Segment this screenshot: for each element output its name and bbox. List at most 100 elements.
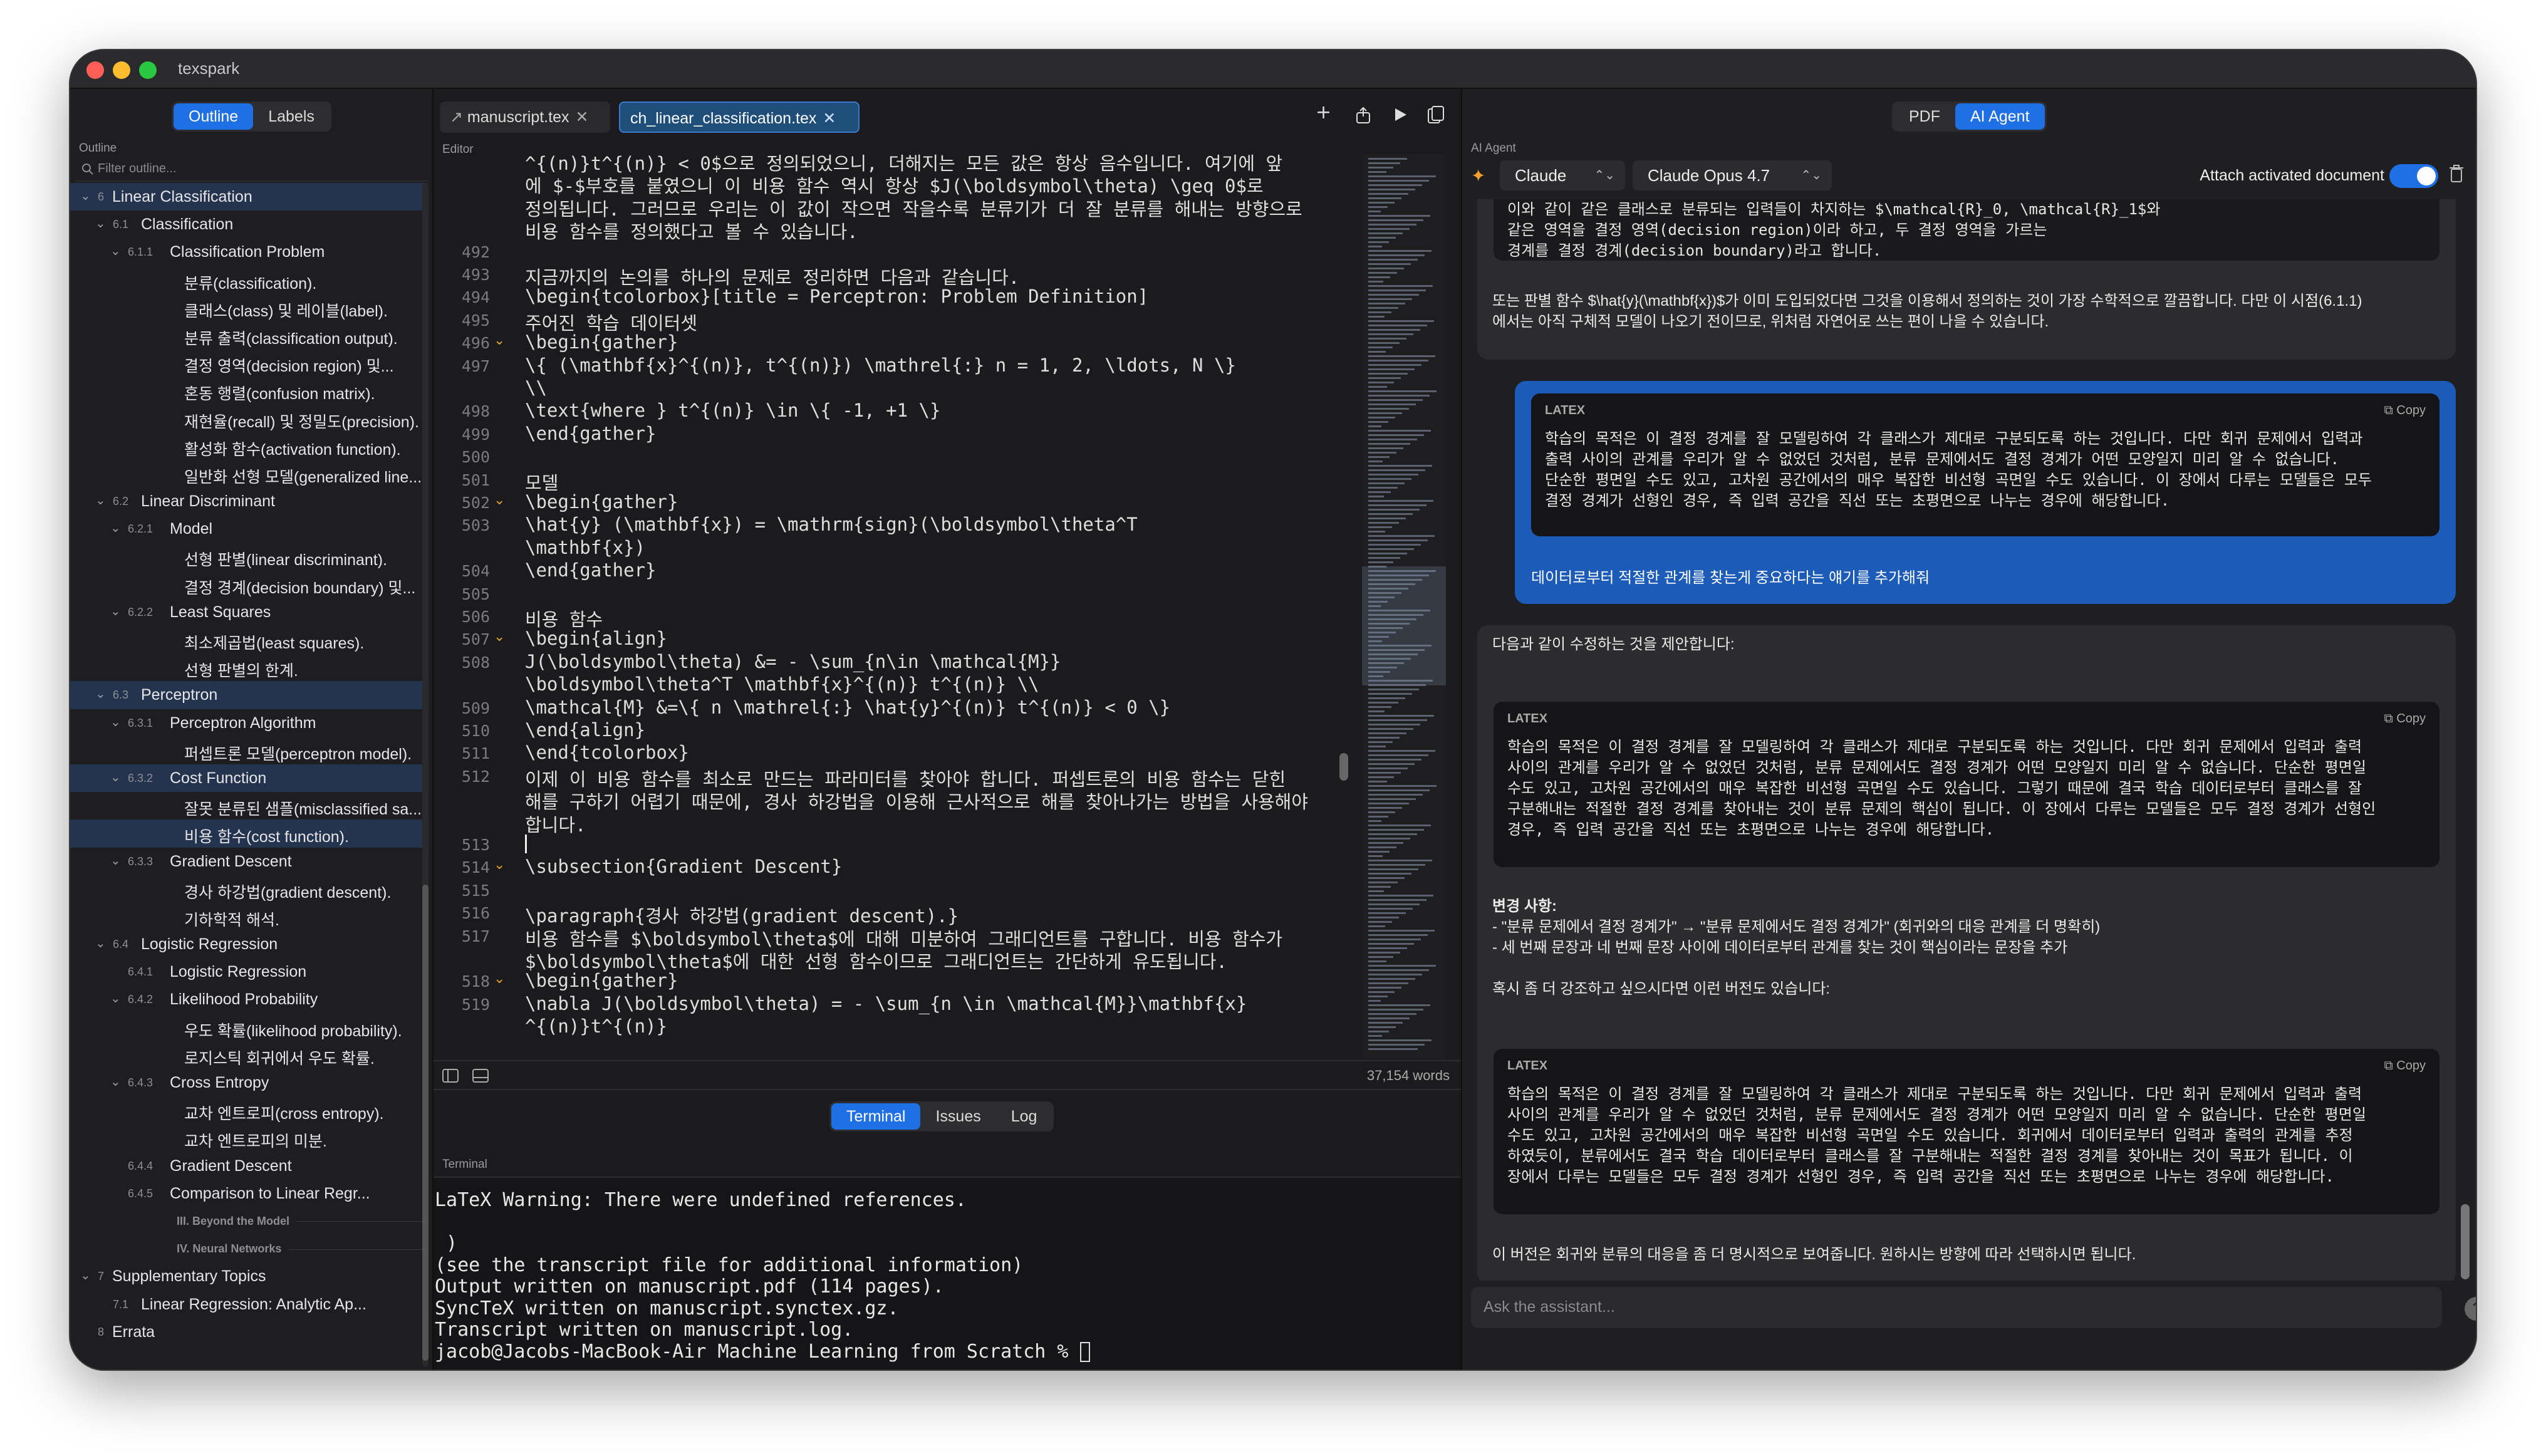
outline-item[interactable]: ⌄ 6.3.2 Cost Function <box>70 764 427 793</box>
outline-item[interactable]: 로지스틱 회귀에서 우도 확률. <box>70 1041 427 1069</box>
code-line[interactable]: 합니다. <box>434 809 1348 836</box>
outline-item[interactable]: ⌄ 6.2 Linear Discriminant <box>70 487 427 515</box>
code-line[interactable]: 에 $-$부호를 붙였으니 이 비용 함수 역시 항상 $J(\boldsymb… <box>434 170 1348 197</box>
chevron-down-icon[interactable]: ⌄ <box>110 603 121 619</box>
outline-item[interactable]: 우도 확률(likelihood probability). <box>70 1014 427 1041</box>
code-line[interactable]: 508 J(\boldsymbol\theta) &= - \sum_{n\in … <box>434 650 1348 672</box>
code-line[interactable]: 512 이제 이 비용 함수를 최소로 만드는 파라미터를 찾아야 합니다. 퍼셉… <box>434 764 1348 790</box>
chevron-down-icon[interactable]: ⌄ <box>95 686 106 702</box>
outline-item[interactable]: ⌄ 6.1.1 Classification Problem <box>70 238 427 266</box>
chevron-down-icon[interactable]: ⌄ <box>110 853 121 868</box>
share-icon[interactable] <box>1354 107 1372 124</box>
code-line[interactable]: 500 <box>434 444 1348 467</box>
code-line[interactable]: 517 비용 함수를 $\boldsymbol\theta$에 대해 미분하여 그… <box>434 923 1348 950</box>
tab-terminal[interactable]: Terminal <box>831 1103 921 1130</box>
code-line[interactable]: 505 <box>434 581 1348 604</box>
chevron-down-icon[interactable]: ⌄ <box>95 492 106 508</box>
outline-item[interactable]: 6.4.4 Gradient Descent <box>70 1152 427 1180</box>
sync-document-icon[interactable] <box>1427 105 1445 124</box>
code-line[interactable]: 492 <box>434 239 1348 262</box>
ask-assistant-input[interactable]: Ask the assistant... <box>1471 1287 2442 1328</box>
outline-item[interactable]: 8 Errata <box>70 1318 427 1346</box>
fold-chevron-icon[interactable]: ⌄ <box>494 492 505 508</box>
code-line[interactable]: 494 \begin{tcolorbox}[title = Perceptron:… <box>434 284 1348 307</box>
code-line[interactable]: 해를 구하기 어렵기 때문에, 경사 하강법을 이용해 근사적으로 해를 찾아나… <box>434 786 1348 813</box>
tab-ai-agent[interactable]: AI Agent <box>1955 103 2045 130</box>
code-line[interactable]: 503 \hat{y} (\mathbf{x}) = \mathrm{sign}(… <box>434 512 1348 535</box>
outline-item[interactable]: ⌄ 6.2.1 Model <box>70 515 427 543</box>
chevron-down-icon[interactable]: ⌄ <box>110 714 121 730</box>
outline-item[interactable]: 잘못 분류된 샘플(misclassified sa... <box>70 792 427 819</box>
outline-item[interactable]: ⌄ 6.3.1 Perceptron Algorithm <box>70 709 427 737</box>
code-line[interactable]: 518 ⌄ \begin{gather} <box>434 969 1348 991</box>
outline-scrollbar-thumb[interactable] <box>422 885 429 1361</box>
code-line[interactable]: 507 ⌄ \begin{align} <box>434 627 1348 649</box>
chevron-down-icon[interactable]: ⌄ <box>110 520 121 536</box>
code-line[interactable]: 498 \text{where } t^{(n)} \in \{ -1, +1 \… <box>434 398 1348 421</box>
code-line[interactable]: \mathbf{x}) <box>434 536 1348 558</box>
outline-item[interactable]: 분류(classification). <box>70 266 427 294</box>
outline-item[interactable]: 클래스(class) 및 레이블(label). <box>70 294 427 321</box>
code-line[interactable]: 515 <box>434 878 1348 900</box>
outline-item[interactable]: 일반화 선형 모델(generalized line... <box>70 460 427 487</box>
chevron-down-icon[interactable]: ⌄ <box>110 991 121 1006</box>
chevron-down-icon[interactable]: ⌄ <box>110 1074 121 1089</box>
copy-button[interactable]: ⧉ Copy <box>2384 403 2426 418</box>
outline-item[interactable]: ⌄ 6.1 Classification <box>70 211 427 238</box>
outline-item[interactable]: 혼동 행렬(confusion matrix). <box>70 377 427 404</box>
code-line[interactable]: 514 ⌄ \subsection{Gradient Descent} <box>434 855 1348 877</box>
chat-scrollbar-thumb[interactable] <box>2461 1204 2470 1279</box>
code-line[interactable]: 511 \end{tcolorbox} <box>434 741 1348 763</box>
editor-scrollbar-thumb[interactable] <box>1339 753 1348 781</box>
outline-item[interactable]: ⌄ 6 Linear Classification <box>70 183 427 211</box>
outline-item[interactable]: ⌄ 6.2.2 Least Squares <box>70 598 427 626</box>
copy-button[interactable]: ⧉ Copy <box>2384 1059 2426 1073</box>
attach-document-toggle[interactable] <box>2389 164 2438 188</box>
outline-item[interactable]: 6.4.5 Comparison to Linear Regr... <box>70 1180 427 1207</box>
code-line[interactable]: \boldsymbol\theta^T \mathbf{x}^{(n)} t^{… <box>434 672 1348 695</box>
chevron-down-icon[interactable]: ⌄ <box>80 1267 91 1283</box>
outline-item[interactable]: 활성화 함수(activation function). <box>70 432 427 460</box>
code-line[interactable]: 비용 함수를 정의했다고 볼 수 있습니다. <box>434 216 1348 242</box>
code-line[interactable]: \\ <box>434 376 1348 398</box>
code-line[interactable]: 516 \paragraph{경사 하강법(gradient descent).} <box>434 900 1348 927</box>
outline-item[interactable]: 최소제곱법(least squares). <box>70 626 427 653</box>
chevron-down-icon[interactable]: ⌄ <box>80 188 91 204</box>
outline-item[interactable]: 6.4.1 Logistic Regression <box>70 958 427 985</box>
code-line[interactable]: ^{(n)}t^{(n)} < 0$으로 정의되었으니, 더해지는 모든 값은 … <box>434 154 1348 174</box>
tab-pdf[interactable]: PDF <box>1894 103 1955 130</box>
fold-chevron-icon[interactable]: ⌄ <box>494 857 505 873</box>
terminal[interactable]: LaTeX Warning: There were undefined refe… <box>434 1177 1461 1370</box>
outline-item[interactable]: ⌄ 6.3 Perceptron <box>70 681 427 709</box>
code-line[interactable]: 정의됩니다. 그러므로 우리는 이 값이 작으면 작을수록 분류기가 더 잘 분… <box>434 194 1348 220</box>
compile-play-icon[interactable] <box>1392 107 1408 123</box>
outline-item[interactable]: ⌄ 7 Supplementary Topics <box>70 1262 427 1290</box>
trash-icon[interactable] <box>2448 164 2465 183</box>
code-line[interactable]: 510 \end{align} <box>434 718 1348 741</box>
outline-item[interactable]: 교차 엔트로피(cross entropy). <box>70 1096 427 1124</box>
outline-item[interactable]: 분류 출력(classification output). <box>70 321 427 349</box>
code-line[interactable]: $\boldsymbol\theta$에 대한 선형 함수이므로 그래디언트는 … <box>434 946 1348 972</box>
code-line[interactable]: 497 \{ (\mathbf{x}^{(n)}, t^{(n)}) \mathr… <box>434 353 1348 376</box>
zoom-window-button[interactable] <box>139 61 157 79</box>
outline-item[interactable]: 결정 영역(decision region) 및... <box>70 349 427 377</box>
outline-item[interactable]: 선형 판별의 한계. <box>70 653 427 681</box>
close-tab-icon[interactable]: ✕ <box>823 110 836 127</box>
minimize-window-button[interactable] <box>113 61 130 79</box>
code-line[interactable]: 495 주어진 학습 데이터셋 <box>434 308 1348 334</box>
tab-ch-linear-classification[interactable]: ch_linear_classification.tex ✕ <box>619 101 860 133</box>
tab-outline[interactable]: Outline <box>174 103 254 130</box>
code-line[interactable]: 506 비용 함수 <box>434 604 1348 630</box>
code-line[interactable]: 496 ⌄ \begin{gather} <box>434 330 1348 353</box>
send-button[interactable]: ↑ <box>2465 1297 2476 1321</box>
fold-chevron-icon[interactable]: ⌄ <box>494 629 505 645</box>
outline-item[interactable]: 퍼셉트론 모델(perceptron model). <box>70 737 427 764</box>
chevron-down-icon[interactable]: ⌄ <box>110 243 121 259</box>
code-line[interactable]: 502 ⌄ \begin{gather} <box>434 490 1348 512</box>
tab-log[interactable]: Log <box>996 1103 1052 1130</box>
code-line[interactable]: 499 \end{gather} <box>434 422 1348 444</box>
provider-select[interactable]: Claude ⌃⌄ <box>1500 160 1625 190</box>
tab-issues[interactable]: Issues <box>920 1103 995 1130</box>
tab-manuscript[interactable]: ↗ manuscript.tex ✕ <box>440 101 610 133</box>
chevron-down-icon[interactable]: ⌄ <box>110 769 121 785</box>
